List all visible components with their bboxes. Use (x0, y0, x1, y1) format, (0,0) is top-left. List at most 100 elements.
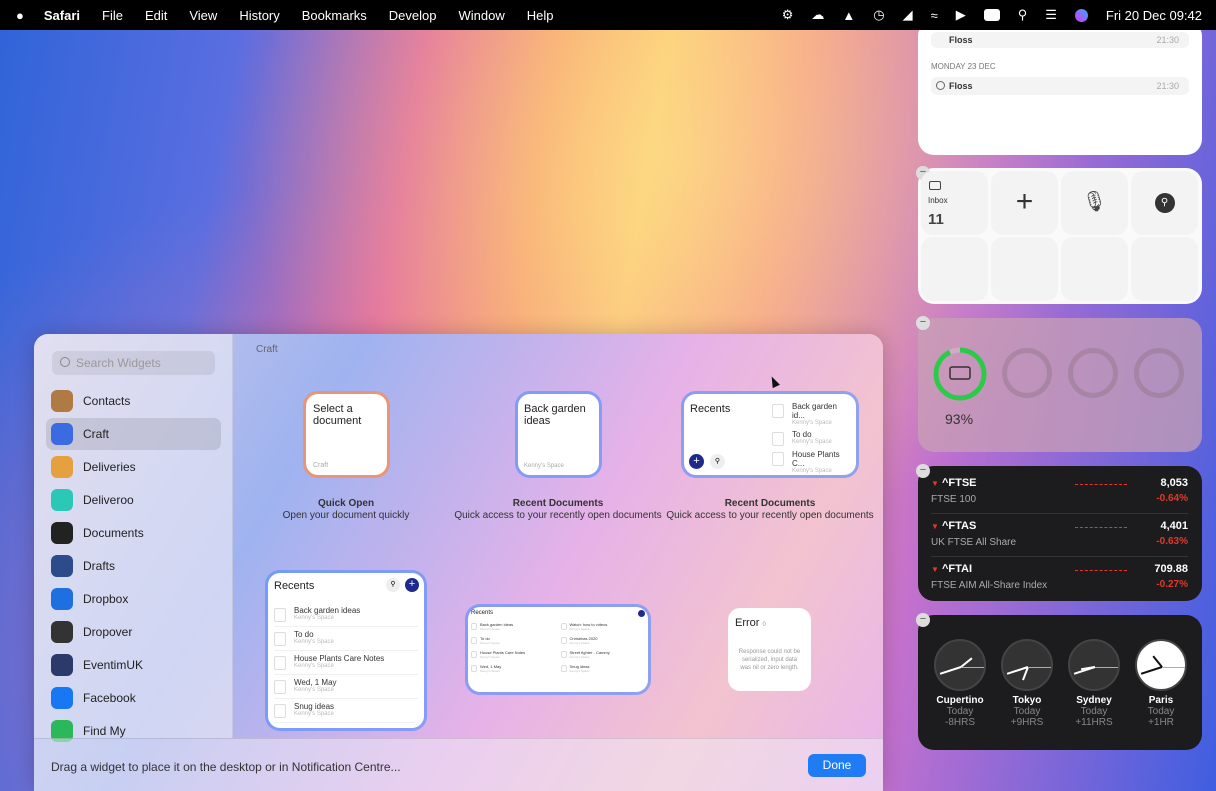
apple-icon[interactable]: ● (16, 8, 24, 23)
sidebar-item-documents[interactable]: Documents (46, 517, 221, 549)
list-item[interactable]: Street fighter - Cammy Kenny's Space (560, 650, 647, 664)
dictate-cell[interactable]: 🎙 (1061, 171, 1128, 235)
sidebar-item-dropover[interactable]: Dropover (46, 616, 221, 648)
stock-row[interactable]: ▼ ^FTSE FTSE 100 8,053 -0.64% (931, 474, 1188, 514)
laptop-icon (949, 366, 971, 380)
spotlight-icon[interactable]: ⚲ (1018, 7, 1028, 23)
list-item[interactable]: To do Kenny's Space (772, 428, 852, 448)
sidebar-item-label: Facebook (83, 691, 136, 705)
play-icon[interactable]: ▶ (956, 7, 966, 23)
sidebar-item-deliveroo[interactable]: Deliveroo (46, 484, 221, 516)
sidebar-item-dropbox[interactable]: Dropbox (46, 583, 221, 615)
sidebar-item-craft[interactable]: Craft (46, 418, 221, 450)
list-item[interactable]: Snug ideas Kenny's Space (274, 699, 418, 723)
world-clock-widget[interactable]: − Cupertino Today -8HRS Tokyo Today +9HR… (916, 613, 1202, 750)
sidebar-item-contacts[interactable]: Contacts (46, 385, 221, 417)
menu-safari[interactable]: Safari (44, 8, 80, 23)
sidebar-item-facebook[interactable]: Facebook (46, 682, 221, 714)
list-item[interactable]: Snug ideas Kenny's Space (560, 664, 647, 678)
quick-open-widget[interactable]: Select a document Craft (306, 394, 387, 475)
list-item[interactable]: House Plants Care Notes Kenny's Space (274, 651, 418, 675)
list-item[interactable]: Back garden ideas Kenny's Space (471, 622, 557, 636)
empty-cell (921, 237, 988, 301)
app-icon (51, 390, 73, 412)
remove-widget-button[interactable]: − (916, 464, 930, 478)
search-doc-button[interactable]: ⚲ (710, 454, 725, 469)
recent-wide-widget[interactable]: Recents Back garden ideas Kenny's Space Wa… (468, 607, 648, 692)
inbox-cell[interactable]: Inbox 11 (921, 171, 988, 235)
remove-widget-button[interactable]: − (916, 316, 930, 330)
battery-icon[interactable] (983, 9, 1000, 21)
stock-row[interactable]: ▼ ^FTAI FTSE AIM All-Share Index 709.88 … (931, 560, 1188, 600)
error-widget[interactable]: Error 0 Response could not be serialized… (728, 608, 811, 691)
add-doc-button[interactable] (638, 610, 645, 617)
document-icon (772, 452, 784, 466)
empty-battery-slot (1068, 348, 1118, 398)
empty-cell (1061, 237, 1128, 301)
drive-icon[interactable]: ▲ (842, 8, 855, 23)
menu-history[interactable]: History (239, 8, 279, 23)
list-item[interactable]: Wed, 1 May Kenny's Space (274, 675, 418, 699)
list-item[interactable]: Christmas 2020 Kenny's Space (560, 636, 647, 650)
list-item[interactable]: Back garden id... Kenny's Space (772, 400, 852, 428)
vpn-icon[interactable]: ⚙ (782, 7, 794, 23)
menu-develop[interactable]: Develop (389, 8, 437, 23)
search-widgets-input[interactable]: Search Widgets (52, 351, 215, 375)
menu-view[interactable]: View (189, 8, 217, 23)
stock-row[interactable]: ▼ ^FTAS UK FTSE All Share 4,401 -0.63% (931, 517, 1188, 557)
list-item[interactable]: House Plants Care Notes Kenny's Space (471, 650, 557, 664)
battery-percent: 93% (945, 411, 974, 427)
sidebar-item-eventimuk[interactable]: EventimUK (46, 649, 221, 681)
sidebar-item-drafts[interactable]: Drafts (46, 550, 221, 582)
add-doc-button[interactable]: + (405, 578, 419, 592)
sidebar-item-deliveries[interactable]: Deliveries (46, 451, 221, 483)
list-item[interactable]: Back garden ideas Kenny's Space (274, 603, 418, 627)
recent-doc-space: Kenny's Space (524, 463, 564, 469)
recent-large-widget[interactable]: Recents ⚲ + Back garden ideas Kenny's Spa… (268, 573, 424, 728)
list-item[interactable]: Wed, 1 May Kenny's Space (471, 664, 557, 678)
menu-edit[interactable]: Edit (145, 8, 167, 23)
recent-small-widget[interactable]: Back garden ideas Kenny's Space (518, 394, 599, 475)
search-cell[interactable]: ⚲ (1131, 171, 1198, 235)
recent-medium-widget[interactable]: Recents + ⚲ Back garden id... Kenny's Spa… (684, 394, 856, 475)
cloud-icon[interactable]: ☁ (811, 7, 824, 23)
menu-window[interactable]: Window (459, 8, 505, 23)
reminder-item[interactable]: Floss 21:30 (931, 32, 1189, 48)
list-item[interactable]: To do Kenny's Space (274, 627, 418, 651)
new-doc-cell[interactable]: + (991, 171, 1058, 235)
analog-clock (1135, 639, 1187, 691)
list-item[interactable]: Watch: how to videos Kenny's Space (560, 622, 647, 636)
clock-city: Sydney (1076, 695, 1112, 706)
menu-help[interactable]: Help (527, 8, 554, 23)
app-icon (51, 555, 73, 577)
add-doc-button[interactable]: + (689, 454, 704, 469)
clock-city: Paris (1148, 695, 1174, 706)
reminders-widget[interactable]: Floss 21:30 MONDAY 23 DEC Floss 21:30 (918, 20, 1202, 155)
remove-widget-button[interactable]: − (916, 613, 930, 627)
list-item[interactable]: To do Kenny's Space (471, 636, 557, 650)
menubar-clock[interactable]: Fri 20 Dec 09:42 (1106, 8, 1202, 23)
backup-icon[interactable]: ◷ (873, 7, 884, 23)
recents-title: Recents (690, 403, 731, 415)
reminder-item[interactable]: Floss 21:30 (931, 77, 1189, 95)
document-icon (560, 637, 567, 644)
done-button[interactable]: Done (808, 754, 866, 777)
document-icon (560, 651, 567, 658)
checkbox-circle-icon[interactable] (936, 81, 945, 90)
wifi-icon[interactable]: ≈ (931, 8, 938, 23)
control-centre-icon[interactable]: ☰ (1045, 7, 1057, 23)
cleaner-icon[interactable]: ◢ (903, 7, 913, 23)
stocks-widget[interactable]: − ▼ ^FTSE FTSE 100 8,053 -0.64% ▼ ^FTAS … (916, 464, 1202, 601)
clock-day: Today (1147, 706, 1175, 717)
clock-day: Today (1013, 706, 1041, 717)
menu-bookmarks[interactable]: Bookmarks (302, 8, 367, 23)
list-item[interactable]: House Plants C... Kenny's Space (772, 448, 852, 476)
sidebar-item-label: EventimUK (83, 658, 144, 672)
empty-battery-slot (1134, 348, 1184, 398)
menu-bar: ● Safari File Edit View History Bookmark… (0, 0, 1216, 30)
document-icon (274, 680, 286, 694)
plus-icon: + (1015, 185, 1034, 218)
search-doc-button[interactable]: ⚲ (386, 578, 400, 592)
siri-icon[interactable] (1074, 8, 1088, 22)
menu-file[interactable]: File (102, 8, 123, 23)
